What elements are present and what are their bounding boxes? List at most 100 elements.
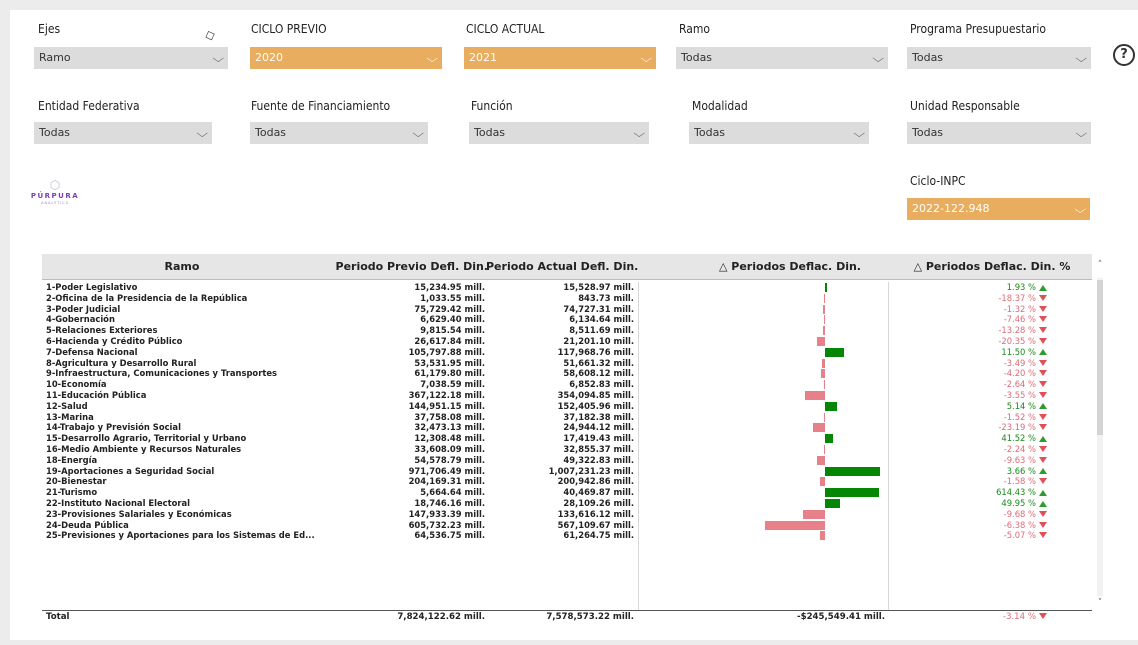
table-row[interactable]: 1-Poder Legislativo 15,234.95 mill. 15,528… [42, 282, 1092, 293]
ramo-name: 3-Poder Judicial [46, 303, 121, 314]
entidad-dropdown[interactable]: Todas ⌵ [34, 122, 212, 144]
modalidad-dropdown[interactable]: Todas ⌵ [689, 122, 869, 144]
delta-bar [816, 337, 825, 346]
table-row[interactable]: 3-Poder Judicial 75,729.42 mill. 74,727.31… [42, 304, 1092, 315]
delta-bar [823, 412, 825, 422]
chevron-down-icon: ⌵ [1074, 127, 1087, 140]
filter-label-funcion: Función [471, 99, 513, 113]
periodo-actual-value: 58,608.12 mill. [563, 368, 634, 379]
delta-pct-cell: -1.32 % [942, 304, 1047, 315]
header-periodo-actual[interactable]: Periodo Actual Defl. Din. [486, 254, 638, 279]
chevron-down-icon: ⌵ [1073, 203, 1086, 216]
table-row[interactable]: 10-Economía 7,038.59 mill. 6,852.83 mill. -… [42, 379, 1092, 390]
periodo-actual-value: 40,469.87 mill. [563, 487, 634, 498]
periodo-previo-value: 1,033.55 mill. [420, 292, 485, 303]
chevron-down-icon: ⌵ [195, 127, 208, 140]
table-row[interactable]: 20-Bienestar 204,169.31 mill. 200,942.86 m… [42, 476, 1092, 487]
table-row[interactable]: 14-Trabajo y Previsión Social 32,473.13 m… [42, 422, 1092, 433]
chevron-down-icon: ⌵ [871, 52, 884, 65]
ciclo-previo-dropdown[interactable]: 2020 ⌵ [250, 47, 442, 69]
periodo-previo-value: 5,664.64 mill. [420, 487, 485, 498]
chevron-down-icon: ⌵ [639, 52, 652, 65]
chevron-down-icon: ⌵ [411, 127, 424, 140]
scroll-down-icon[interactable]: ˅ [1094, 598, 1106, 608]
inpc-dropdown[interactable]: 2022-122.948 ⌵ [907, 198, 1090, 220]
entidad-value: Todas [39, 126, 71, 139]
help-icon[interactable]: ? [1113, 44, 1135, 66]
table-row[interactable]: 11-Educación Pública 367,122.18 mill. 354,… [42, 390, 1092, 401]
ciclo-actual-value: 2021 [469, 51, 497, 64]
scroll-thumb[interactable] [1097, 280, 1103, 435]
delta-pct-cell: 1.93 % [942, 282, 1047, 293]
header-ramo[interactable]: Ramo [42, 254, 322, 279]
ramo-name: 23-Provisiones Salariales y Económicas [46, 508, 232, 519]
ramo-name: 8-Agricultura y Desarrollo Rural [46, 357, 197, 368]
table-row[interactable]: 25-Previsiones y Aportaciones para los S… [42, 530, 1092, 541]
fuente-dropdown[interactable]: Todas ⌵ [250, 122, 428, 144]
table-row[interactable]: 16-Medio Ambiente y Recursos Naturales 33… [42, 444, 1092, 455]
filter-label-ciclo-actual: CICLO ACTUAL [466, 22, 545, 36]
ejes-dropdown[interactable]: Ramo ⌵ [34, 47, 228, 69]
delta-pct-value: 41.52 % [1001, 433, 1036, 444]
ramo-name: 10-Economía [46, 379, 107, 390]
periodo-actual-value: 24,944.12 mill. [563, 422, 634, 433]
filter-label-fuente: Fuente de Financiamiento [251, 99, 391, 113]
total-curr: 7,578,573.22 mill. [546, 612, 634, 622]
table-row[interactable]: 19-Aportaciones a Seguridad Social 971,70… [42, 466, 1092, 477]
ramo-dropdown[interactable]: Todas ⌵ [676, 47, 888, 69]
table-row[interactable]: 23-Provisiones Salariales y Económicas 14… [42, 509, 1092, 520]
table-row[interactable]: 8-Agricultura y Desarrollo Rural 53,531.9… [42, 358, 1092, 369]
down-arrow-icon [1039, 446, 1047, 452]
table-row[interactable]: 2-Oficina de la Presidencia de la Repúbl… [42, 293, 1092, 304]
down-arrow-icon [1039, 392, 1047, 398]
delta-bar [821, 369, 825, 379]
delta-bar [802, 509, 825, 519]
table-row[interactable]: 5-Relaciones Exteriores 9,815.54 mill. 8,5… [42, 325, 1092, 336]
ciclo-actual-dropdown[interactable]: 2021 ⌵ [464, 47, 656, 69]
delta-pct-value: 5.14 % [1006, 400, 1036, 411]
table-row[interactable]: 7-Defensa Nacional 105,797.88 mill. 117,96… [42, 347, 1092, 358]
delta-bar [825, 499, 840, 508]
periodo-previo-value: 75,729.42 mill. [414, 303, 485, 314]
delta-pct-value: -9.63 % [1003, 454, 1036, 465]
ramo-name: 11-Educación Pública [46, 390, 147, 400]
down-arrow-icon [1039, 510, 1047, 517]
programa-dropdown[interactable]: Todas ⌵ [907, 47, 1091, 69]
table-scrollbar[interactable]: ˄ ˅ [1094, 254, 1106, 624]
table-row[interactable]: 24-Deuda Pública 605,732.23 mill. 567,109.… [42, 520, 1092, 531]
delta-pct-cell: 41.52 % [942, 433, 1047, 444]
table-row[interactable]: 4-Gobernación 6,629.40 mill. 6,134.64 mill… [42, 314, 1092, 325]
table-row[interactable]: 13-Marina 37,758.08 mill. 37,182.38 mill. -… [42, 412, 1092, 423]
unidad-dropdown[interactable]: Todas ⌵ [907, 122, 1091, 144]
filter-label-programa: Programa Presupuestario [910, 22, 1046, 36]
periodo-previo-value: 61,179.80 mill. [414, 368, 485, 379]
table-row[interactable]: 12-Salud 144,951.15 mill. 152,405.96 mill.… [42, 401, 1092, 412]
header-delta-pct[interactable]: △ Periodos Deflac. Din. % [892, 254, 1092, 279]
table-row[interactable]: 21-Turismo 5,664.64 mill. 40,469.87 mill. 6… [42, 487, 1092, 498]
funcion-dropdown[interactable]: Todas ⌵ [469, 122, 649, 144]
up-arrow-icon [1039, 349, 1047, 356]
table-row[interactable]: 6-Hacienda y Crédito Público 26,617.84 mi… [42, 336, 1092, 347]
delta-pct-cell: -23.19 % [942, 422, 1047, 433]
periodo-previo-value: 204,169.31 mill. [408, 476, 485, 487]
periodo-actual-value: 37,182.38 mill. [563, 411, 634, 422]
header-periodo-previo[interactable]: Periodo Previo Defl. Din. [328, 254, 488, 279]
periodo-actual-value: 200,942.86 mill. [557, 476, 634, 487]
scroll-up-icon[interactable]: ˄ [1094, 260, 1106, 270]
down-arrow-icon [1039, 424, 1047, 431]
delta-pct-cell: -5.07 % [942, 530, 1047, 541]
table-row[interactable]: 22-Instituto Nacional Electoral 18,746.16… [42, 498, 1092, 509]
ramo-name: 21-Turismo [46, 487, 98, 498]
delta-pct-value: -5.07 % [1003, 530, 1036, 541]
table-row[interactable]: 18-Energía 54,578.79 mill. 49,322.83 mill.… [42, 455, 1092, 466]
delta-pct-value: -2.64 % [1003, 379, 1036, 390]
table-row[interactable]: 15-Desarrollo Agrario, Territorial y Urb… [42, 433, 1092, 444]
table-row[interactable]: 9-Infraestructura, Comunicaciones y Tran… [42, 368, 1092, 379]
down-arrow-icon [1039, 521, 1047, 528]
delta-pct-value: -1.58 % [1003, 476, 1036, 487]
periodo-actual-value: 1,007,231.23 mill. [548, 465, 634, 476]
delta-pct-value: -18.37 % [998, 292, 1036, 303]
up-arrow-icon [1039, 489, 1047, 496]
delta-pct-value: -20.35 % [998, 336, 1036, 346]
delta-bar [822, 358, 825, 368]
